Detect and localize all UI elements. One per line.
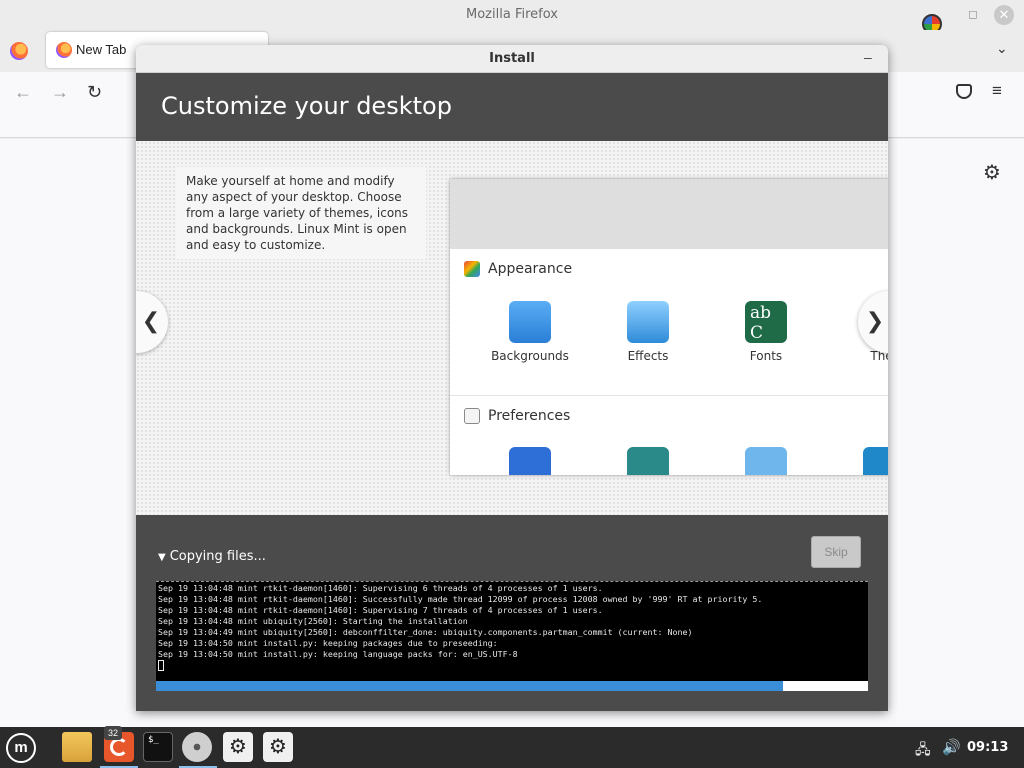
effects-item: Effects <box>593 301 703 363</box>
fonts-icon: ab C <box>745 301 787 343</box>
firefox-window-count-badge: 32 <box>104 726 122 740</box>
firefox-titlebar: Mozilla Firefox ◻ ✕ <box>0 0 1024 34</box>
maximize-icon[interactable]: ◻ <box>968 7 978 21</box>
fonts-label: Fonts <box>749 349 783 363</box>
slide-description: Make yourself at home and modify any asp… <box>176 167 426 259</box>
appearance-icon <box>464 261 480 277</box>
settings-task-icon-2[interactable]: ⚙ <box>263 732 293 762</box>
back-icon[interactable]: ← <box>14 82 32 103</box>
status-text: Copying files... <box>169 549 266 564</box>
terminal-cursor <box>158 660 164 671</box>
dialog-title: Install <box>489 51 535 66</box>
skip-button[interactable]: Skip <box>811 536 861 568</box>
status-expander[interactable]: ▼ Copying files... <box>158 549 266 564</box>
terminal-icon[interactable]: $_ <box>143 732 173 762</box>
network-icon[interactable]: 🖧 <box>915 739 931 763</box>
firefox-window-title: Mozilla Firefox <box>466 7 558 22</box>
firefox-view-icon[interactable] <box>10 42 28 60</box>
effects-icon <box>627 301 669 343</box>
backgrounds-icon <box>509 301 551 343</box>
accessibility-icon <box>509 447 551 475</box>
slide-screenshot: Appearance Backgrounds Effects ab C Font… <box>450 179 888 475</box>
settings-task-icon[interactable]: ⚙ <box>223 732 253 762</box>
tab-label: New Tab <box>76 42 127 57</box>
appearance-section-title: Appearance <box>488 261 573 277</box>
firefox-logo-icon <box>110 738 128 756</box>
clock[interactable]: 09:13 <box>967 740 1008 755</box>
minimize-icon[interactable]: ‒ <box>864 49 872 65</box>
previous-slide-button[interactable]: ❮ <box>136 291 168 353</box>
installer-disc-icon[interactable] <box>182 732 212 762</box>
log-line: Sep 19 13:04:50 mint install.py: keeping… <box>158 638 498 648</box>
log-line: Sep 19 13:04:48 mint rtkit-daemon[1460]:… <box>158 594 763 604</box>
forward-icon[interactable]: → <box>51 82 69 103</box>
reload-icon[interactable]: ↻ <box>87 82 102 103</box>
backgrounds-label: Backgrounds <box>491 349 569 363</box>
effects-label: Effects <box>627 349 669 363</box>
slideshow: Make yourself at home and modify any asp… <box>136 141 888 515</box>
volume-icon[interactable]: 🔊 <box>942 738 961 756</box>
preferences-icon <box>464 408 480 424</box>
install-progress-bar <box>156 681 868 691</box>
log-line: Sep 19 13:04:48 mint rtkit-daemon[1460]:… <box>158 605 603 615</box>
log-line: Sep 19 13:04:48 mint rtkit-daemon[1460]:… <box>158 583 603 593</box>
slide-header: Customize your desktop <box>136 73 888 141</box>
progress-fill <box>156 681 783 691</box>
firefox-icon <box>56 42 72 58</box>
hamburger-menu-icon[interactable]: ≡ <box>992 81 1002 101</box>
install-dialog: Install ‒ Customize your desktop Make yo… <box>136 45 888 711</box>
screenshot-header <box>450 179 888 249</box>
dialog-titlebar: Install ‒ <box>136 45 888 73</box>
log-line: Sep 19 13:04:50 mint install.py: keeping… <box>158 649 518 659</box>
applets-icon <box>745 447 787 475</box>
terminal-cursor-line <box>158 660 866 674</box>
account-details-icon <box>627 447 669 475</box>
preferences-section-title: Preferences <box>488 408 571 424</box>
files-icon[interactable] <box>62 732 92 762</box>
backgrounds-item: Backgrounds <box>475 301 585 363</box>
taskbar: m 32 $_ ⚙ ⚙ 🖧 🔊 09:13 <box>0 726 1024 768</box>
log-line: Sep 19 13:04:49 mint ubiquity[2560]: deb… <box>158 627 693 637</box>
close-window-button[interactable]: ✕ <box>994 5 1014 25</box>
expander-triangle-icon: ▼ <box>158 552 166 563</box>
newtab-settings-icon[interactable]: ⚙ <box>983 160 1001 185</box>
section-divider <box>450 395 888 396</box>
install-log[interactable]: Sep 19 13:04:48 mint rtkit-daemon[1460]:… <box>156 581 868 681</box>
fonts-item: ab C Fonts <box>711 301 821 363</box>
date-time-icon <box>863 447 888 475</box>
pocket-icon[interactable] <box>956 84 972 99</box>
progress-area: ▼ Copying files... Skip Sep 19 13:04:48 m… <box>136 515 888 711</box>
mint-menu-button[interactable]: m <box>6 733 36 763</box>
list-all-tabs-icon[interactable]: ⌄ <box>996 40 1008 57</box>
log-line: Sep 19 13:04:48 mint ubiquity[2560]: Sta… <box>158 616 468 626</box>
slide-heading: Customize your desktop <box>161 92 452 120</box>
